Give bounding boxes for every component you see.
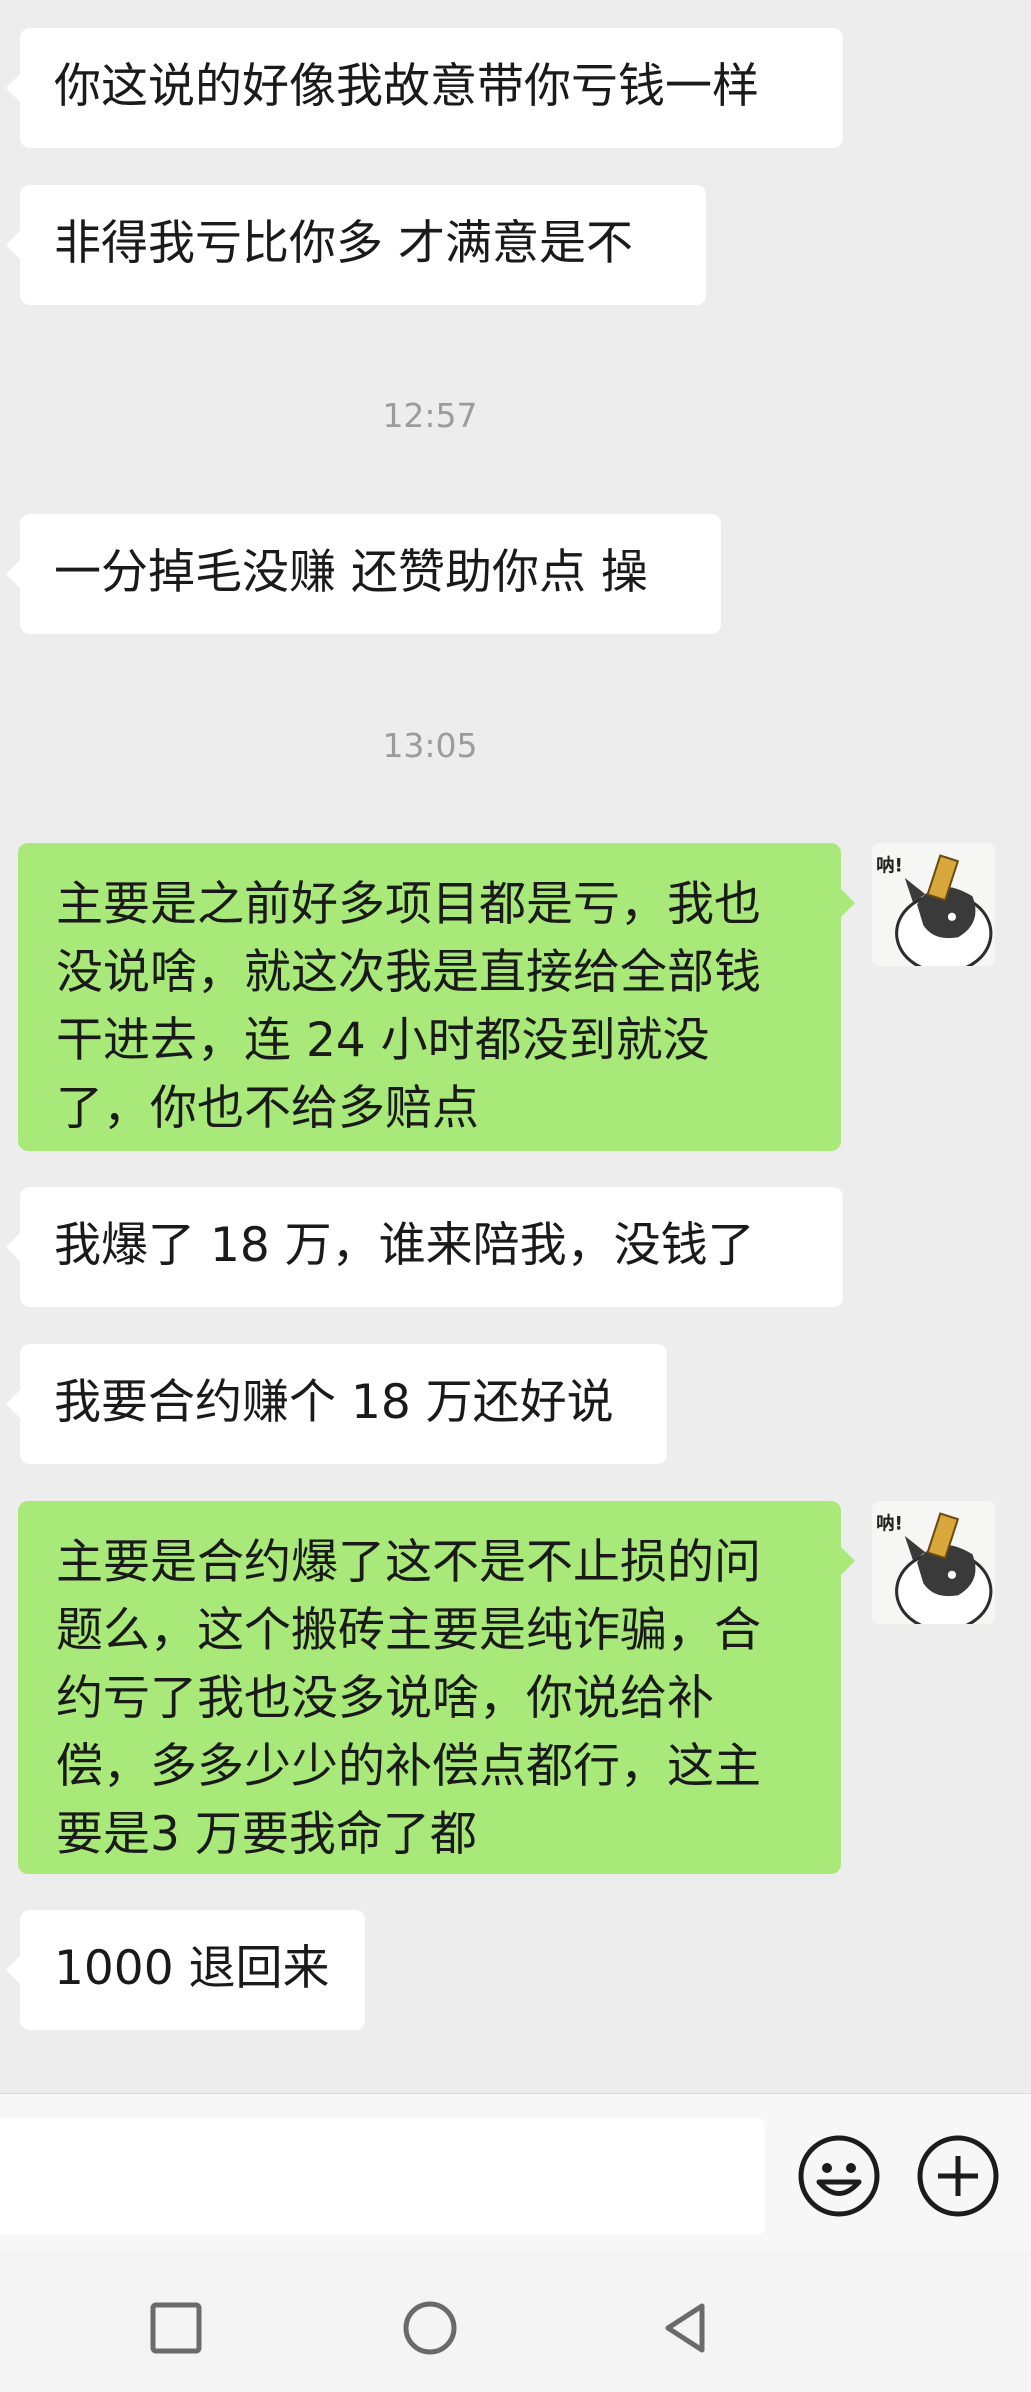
- timestamp: 13:05: [382, 726, 478, 765]
- home-icon: [403, 2301, 457, 2355]
- incoming-message[interactable]: 一分掉毛没赚 还赞助你点 操: [6, 514, 721, 634]
- back-icon: [665, 2303, 705, 2353]
- incoming-message[interactable]: 你这说的好像我故意带你亏钱一样: [6, 28, 843, 148]
- emoji-button[interactable]: [796, 2133, 882, 2219]
- avatar[interactable]: 呐!: [872, 843, 995, 966]
- cat-sticker-icon: 呐!: [872, 1501, 995, 1624]
- chat-message-list[interactable]: 你这说的好像我故意带你亏钱一样 非得我亏比你多 才满意是不 12:57 一分掉毛…: [0, 0, 1031, 2093]
- home-button[interactable]: [402, 2300, 458, 2356]
- incoming-message[interactable]: 我爆了 18 万，谁来陪我，没钱了: [6, 1187, 843, 1307]
- plus-icon: [917, 2135, 999, 2217]
- timestamp: 12:57: [382, 396, 478, 435]
- svg-text:呐!: 呐!: [876, 1513, 903, 1535]
- recent-apps-button[interactable]: [148, 2300, 204, 2356]
- svg-text:呐!: 呐!: [876, 855, 903, 877]
- message-input[interactable]: [0, 2118, 765, 2235]
- cat-sticker-icon: 呐!: [872, 843, 995, 966]
- more-options-button[interactable]: [915, 2133, 1001, 2219]
- incoming-message[interactable]: 非得我亏比你多 才满意是不: [6, 185, 706, 305]
- back-button[interactable]: [658, 2300, 714, 2356]
- emoji-icon: [798, 2135, 880, 2217]
- incoming-message[interactable]: 1000 退回来: [6, 1910, 365, 2030]
- incoming-message[interactable]: 我要合约赚个 18 万还好说: [6, 1344, 667, 1464]
- recent-apps-icon: [150, 2302, 202, 2354]
- avatar[interactable]: 呐!: [872, 1501, 995, 1624]
- outgoing-message[interactable]: 主要是合约爆了这不是不止损的问题么，这个搬砖主要是纯诈骗，合约亏了我也没多说啥，…: [18, 1501, 855, 1874]
- outgoing-message[interactable]: 主要是之前好多项目都是亏，我也没说啥，就这次我是直接给全部钱干进去，连 24 小…: [18, 843, 855, 1151]
